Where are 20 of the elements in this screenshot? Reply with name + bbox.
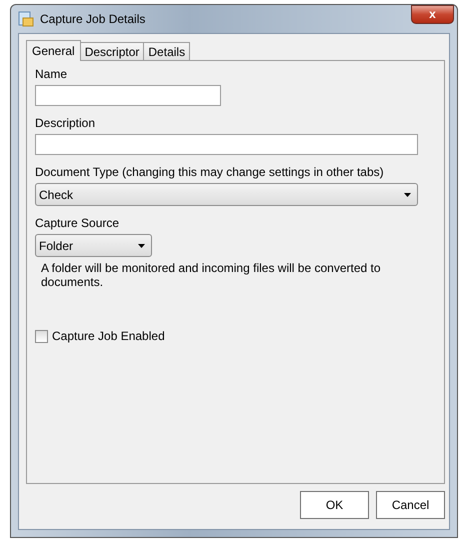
field-label: Description xyxy=(35,116,96,130)
dropdown[interactable]: Check xyxy=(35,183,418,206)
capture-job-checkbox[interactable]: Capture Job Enabled xyxy=(35,329,418,343)
caret-icon xyxy=(404,192,411,196)
window-title: Capture Job Details xyxy=(40,12,146,26)
dropdown[interactable]: Folder xyxy=(35,234,152,257)
field-label: Name xyxy=(35,67,68,81)
caret-icon xyxy=(138,244,145,248)
text-field[interactable] xyxy=(35,85,221,106)
field-label: Capture Source xyxy=(35,216,120,230)
text-field[interactable] xyxy=(35,134,418,155)
dialog-button[interactable]: OK xyxy=(300,491,369,519)
help-text: A folder will be monitored and incoming files will be converted to documents. xyxy=(40,260,382,289)
close-button[interactable]: x xyxy=(411,5,454,24)
app-icon xyxy=(18,11,34,27)
tab[interactable]: General xyxy=(26,40,81,61)
tab[interactable]: Descriptor xyxy=(80,42,144,60)
tab[interactable]: Details xyxy=(143,42,190,60)
dialog-button[interactable]: Cancel xyxy=(376,491,445,519)
field-label: Document Type (changing this may change settings in other tabs) xyxy=(35,165,384,179)
